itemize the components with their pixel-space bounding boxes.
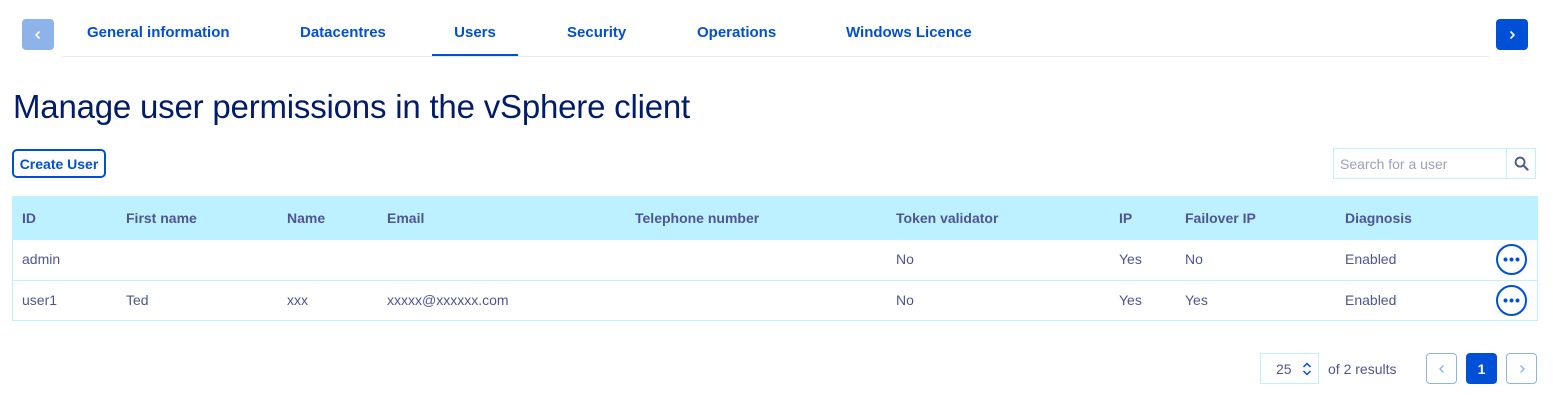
column-header-token-validator[interactable]: Token validator: [896, 210, 998, 226]
tab-security[interactable]: Security: [567, 24, 626, 56]
sort-arrows-icon: [1302, 361, 1311, 376]
row-actions-button[interactable]: [1496, 285, 1527, 316]
cell-failover-ip: Yes: [1185, 292, 1208, 308]
cell-ip: Yes: [1119, 292, 1142, 308]
column-header-id[interactable]: ID: [22, 210, 36, 226]
column-header-email[interactable]: Email: [387, 210, 424, 226]
table-header: ID First name Name Email Telephone numbe…: [13, 197, 1537, 239]
column-header-first-name[interactable]: First name: [126, 210, 197, 226]
cell-failover-ip: No: [1185, 251, 1203, 267]
row-actions-button[interactable]: [1496, 244, 1527, 275]
next-page-button[interactable]: [1506, 353, 1537, 384]
page-title: Manage user permissions in the vSphere c…: [13, 88, 691, 125]
tab-general-information[interactable]: General information: [87, 24, 230, 56]
tabs-scroll-left-button[interactable]: [22, 19, 54, 50]
cell-name: xxx: [287, 292, 308, 308]
create-user-button[interactable]: Create User: [12, 149, 106, 178]
tab-operations[interactable]: Operations: [697, 24, 776, 56]
chevron-right-icon: [1519, 364, 1525, 373]
column-header-telephone[interactable]: Telephone number: [635, 210, 759, 226]
page-size-value: 25: [1276, 360, 1292, 377]
tab-windows-licence[interactable]: Windows Licence: [846, 24, 972, 56]
ellipsis-icon: [1503, 298, 1520, 303]
ellipsis-icon: [1503, 257, 1520, 262]
tab-datacentres[interactable]: Datacentres: [300, 24, 386, 56]
tabs-scroll-right-button[interactable]: [1496, 19, 1528, 50]
table-row: user1 Ted xxx xxxxx@xxxxxx.com No Yes Ye…: [13, 280, 1537, 321]
cell-diagnosis: Enabled: [1345, 251, 1397, 267]
tab-users[interactable]: Users: [432, 24, 518, 56]
results-count: of 2 results: [1328, 361, 1397, 377]
cell-email: xxxxx@xxxxxx.com: [387, 292, 509, 308]
previous-page-button[interactable]: [1426, 353, 1457, 384]
cell-first-name: Ted: [126, 292, 149, 308]
column-header-name[interactable]: Name: [287, 210, 325, 226]
chevron-left-icon: [1438, 364, 1444, 373]
page-button-current[interactable]: 1: [1466, 353, 1497, 384]
search-button[interactable]: [1506, 149, 1535, 178]
column-header-diagnosis[interactable]: Diagnosis: [1345, 210, 1412, 226]
column-header-ip[interactable]: IP: [1119, 210, 1132, 226]
cell-ip: Yes: [1119, 251, 1142, 267]
user-search: [1333, 148, 1536, 179]
chevron-right-icon: [1509, 30, 1516, 39]
cell-id: admin: [22, 251, 61, 267]
cell-diagnosis: Enabled: [1345, 292, 1397, 308]
page-size-select[interactable]: 25: [1260, 353, 1319, 384]
table-row: admin No Yes No Enabled: [13, 239, 1537, 280]
users-table: ID First name Name Email Telephone numbe…: [12, 196, 1538, 321]
cell-id: user1: [22, 292, 58, 308]
search-icon: [1514, 156, 1529, 171]
column-header-failover-ip[interactable]: Failover IP: [1185, 210, 1256, 226]
cell-token-validator: No: [896, 251, 914, 267]
tabs-divider: [62, 56, 1490, 57]
cell-token-validator: No: [896, 292, 914, 308]
search-input[interactable]: [1334, 149, 1506, 178]
chevron-left-icon: [34, 30, 41, 39]
